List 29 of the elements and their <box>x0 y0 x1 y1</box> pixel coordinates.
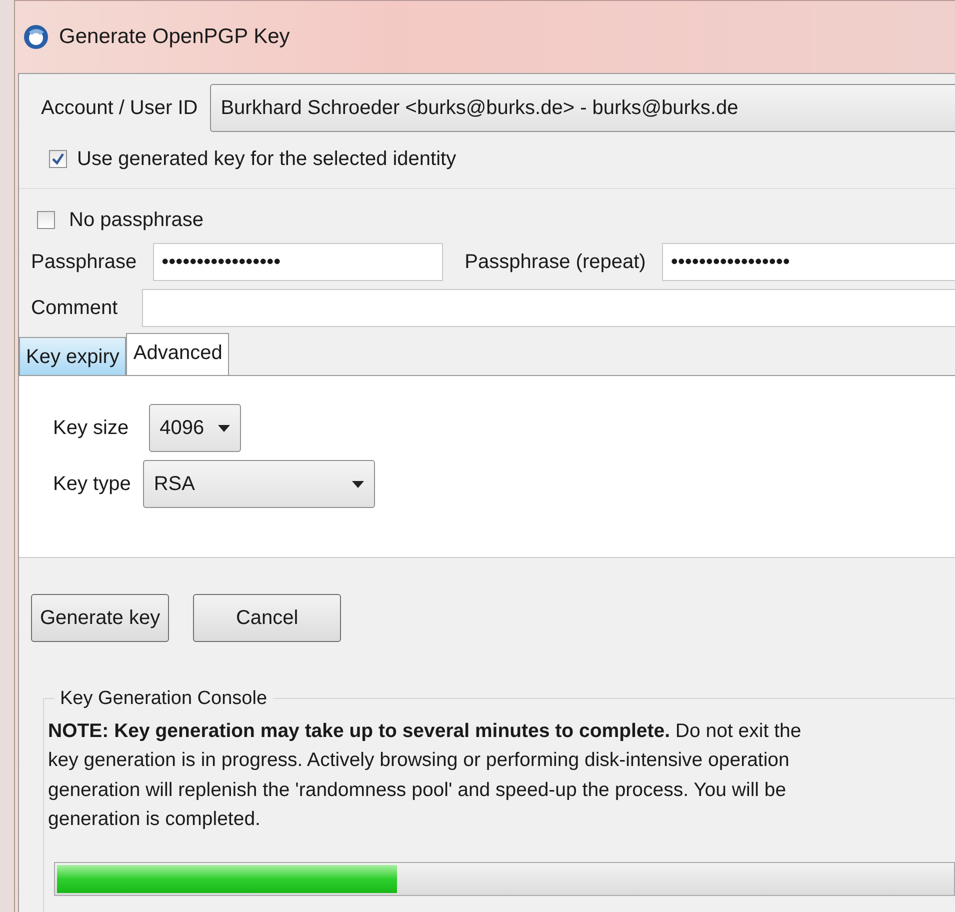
tab[interactable]: Key expiry <box>19 337 126 375</box>
checkmark-icon <box>51 152 65 166</box>
field-label: Key size <box>53 416 129 441</box>
generate-button[interactable]: Generate key <box>31 594 170 642</box>
cancel-button[interactable]: Cancel <box>193 594 342 642</box>
field-label: Account / User ID <box>41 96 198 121</box>
field-label: Passphrase <box>31 250 137 275</box>
note-text: key generation is in progress. Actively browsing or performing disk-intensive operation <box>48 748 790 774</box>
account-dropdown[interactable]: Burkhard Schroeder <burks@burks.de> - burks@burks.de <box>210 84 955 132</box>
note-text: generation is completed. <box>48 806 262 832</box>
window-title: Generate OpenPGP Key <box>59 24 290 50</box>
checkbox[interactable] <box>49 150 67 168</box>
checkbox-label: Use generated key for the selected identity <box>77 147 456 172</box>
caret-icon <box>352 480 364 488</box>
key-size-dropdown[interactable]: 4096 <box>148 404 242 452</box>
key-type-dropdown[interactable]: RSA <box>142 460 375 508</box>
passphrase-field[interactable]: ••••••••••••••••• <box>152 243 443 281</box>
tab[interactable]: Advanced <box>126 333 230 375</box>
caret-icon <box>218 424 230 432</box>
app-logo-icon <box>23 24 49 50</box>
note-text: NOTE: Key generation may take up to several minutes to complete. Do not exit the <box>48 719 802 744</box>
checkbox[interactable] <box>37 211 55 229</box>
field-label: Passphrase (repeat) <box>464 250 646 275</box>
field-label: Key type <box>53 472 131 497</box>
field-label: Comment <box>31 296 118 321</box>
checkbox-label: No passphrase <box>69 208 204 233</box>
passphrase-field[interactable]: ••••••••••••••••• <box>662 243 955 281</box>
comment-field[interactable] <box>142 289 955 327</box>
note-text: generation will replenish the 'randomness pool' and speed-up the process. You will be <box>48 778 788 803</box>
